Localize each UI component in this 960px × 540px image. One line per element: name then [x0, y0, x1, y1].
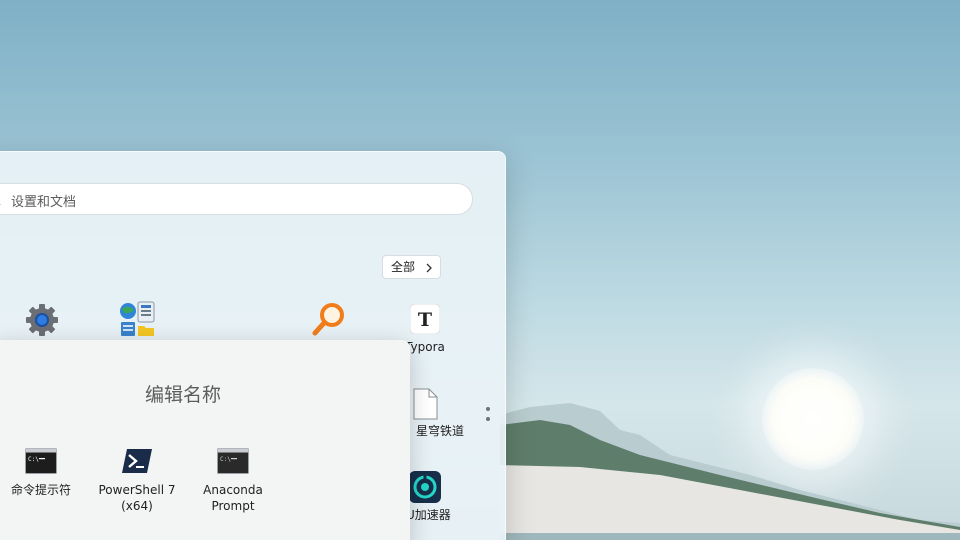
- search-icon: [0, 204, 1, 205]
- app-label: Anaconda: [203, 483, 263, 497]
- search-placeholder: 设置和文档: [11, 195, 77, 210]
- search-box[interactable]: 设置和文档: [0, 183, 473, 215]
- svg-text:C:\: C:\: [220, 456, 231, 463]
- folder-app-cmd[interactable]: C:\ 命令提示符: [6, 446, 76, 497]
- app-label-line2: Prompt: [211, 499, 255, 513]
- blank-file-icon: [413, 388, 438, 420]
- powershell-icon: [122, 449, 152, 473]
- everything-search-icon: [312, 303, 344, 336]
- all-apps-button[interactable]: 全部: [382, 255, 441, 279]
- app-label: ：星穹铁道: [404, 424, 465, 438]
- app-label: PowerShell 7: [98, 483, 176, 497]
- chevron-right-icon: [426, 263, 432, 273]
- app-label: U加速器: [406, 508, 451, 522]
- anaconda-prompt-icon: C:\: [217, 448, 249, 474]
- cmd-icon: C:\: [25, 448, 57, 474]
- settings-gear-icon: [26, 304, 58, 336]
- folder-name-field[interactable]: 编辑名称: [145, 380, 221, 407]
- all-apps-label: 全部: [391, 260, 416, 274]
- pinned-app-starrail[interactable]: ：星穹铁道: [400, 386, 472, 440]
- control-panel-icon: [120, 301, 155, 336]
- pinned-app-settings[interactable]: [14, 300, 70, 340]
- app-label: 命令提示符: [10, 483, 71, 497]
- typora-icon: T: [410, 304, 440, 334]
- pinned-app-everything[interactable]: [308, 300, 352, 340]
- folder-app-anaconda-prompt[interactable]: C:\ Anaconda Prompt: [196, 446, 270, 513]
- wallpaper-island: [500, 403, 960, 540]
- accelerator-icon: [409, 471, 441, 503]
- pinned-app-control-panel[interactable]: [112, 298, 162, 340]
- svg-text:C:\: C:\: [28, 456, 39, 463]
- svg-text:T: T: [418, 309, 432, 331]
- page-indicator-dots[interactable]: [486, 407, 492, 427]
- folder-app-powershell[interactable]: PowerShell 7 (x64): [98, 446, 176, 513]
- app-label-line2: (x64): [121, 499, 153, 513]
